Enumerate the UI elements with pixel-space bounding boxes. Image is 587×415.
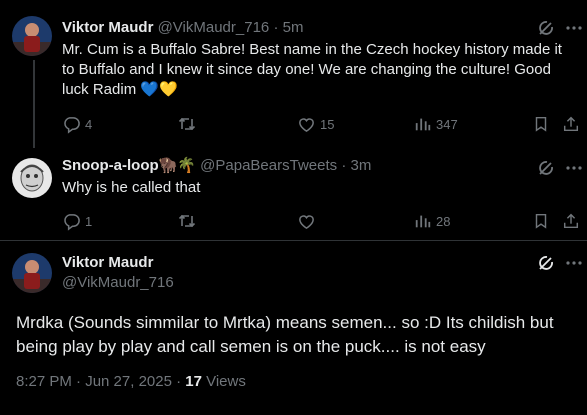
avatar[interactable] <box>12 253 52 293</box>
author-handle[interactable]: @VikMaudr_716 <box>62 273 174 293</box>
grok-icon[interactable] <box>536 253 556 273</box>
author-handle[interactable]: @PapaBearsTweets <box>200 157 337 174</box>
more-icon[interactable] <box>564 18 584 38</box>
separator: · <box>341 157 347 174</box>
like-button[interactable]: 15 <box>297 114 334 134</box>
reply-icon <box>64 213 80 231</box>
views-count: 347 <box>436 116 458 132</box>
tweet-text: Why is he called that <box>62 179 201 196</box>
share-icon <box>563 213 579 229</box>
author-name[interactable]: Viktor Maudr <box>62 19 153 36</box>
grok-icon[interactable] <box>536 158 556 178</box>
timestamp[interactable]: 3m <box>350 157 371 174</box>
share-button[interactable] <box>562 211 580 231</box>
heart-icon <box>299 214 314 229</box>
timestamp[interactable]: 5m <box>283 19 304 36</box>
author-name[interactable]: Snoop-a-loop🦬🌴 <box>62 157 196 174</box>
grok-icon[interactable] <box>536 18 556 38</box>
retweet-button[interactable] <box>177 211 201 231</box>
bookmark-icon <box>535 116 547 132</box>
author-name[interactable]: Viktor Maudr <box>62 253 153 273</box>
more-icon[interactable] <box>564 158 584 178</box>
avatar[interactable] <box>12 16 52 56</box>
reply-tweet-2[interactable]: Snoop-a-loop🦬🌴 @PapaBearsTweets · 3m Why… <box>0 148 587 240</box>
tweet-text: Mr. Cum is a Buffalo Sabre! Best name in… <box>62 41 562 98</box>
avatar[interactable] <box>12 158 52 198</box>
retweet-icon <box>178 214 196 228</box>
views-icon <box>415 118 431 131</box>
like-button[interactable] <box>297 211 320 231</box>
reply-count: 1 <box>85 213 93 229</box>
reply-count: 4 <box>85 116 93 132</box>
heart-icon <box>299 117 314 132</box>
views-button[interactable]: 347 <box>414 114 458 134</box>
author-handle[interactable]: @VikMaudr_716 <box>158 19 270 36</box>
action-bar: 4 15 347 <box>62 114 582 134</box>
views-button[interactable]: 28 <box>414 211 450 231</box>
retweet-icon <box>178 117 196 131</box>
post-date[interactable]: 8:27 PM · Jun 27, 2025 · <box>16 373 185 390</box>
bookmark-button[interactable] <box>532 211 550 231</box>
tweet-meta: 8:27 PM · Jun 27, 2025 · 17 Views <box>16 372 246 392</box>
views-icon <box>415 215 431 228</box>
like-count: 15 <box>320 116 335 132</box>
views-count: 28 <box>436 213 451 229</box>
reply-tweet-1[interactable]: Viktor Maudr @VikMaudr_716 · 5m Mr. Cum … <box>0 0 587 148</box>
separator: · <box>273 19 279 36</box>
views-label: Views <box>201 373 246 390</box>
reply-button[interactable]: 1 <box>62 211 92 231</box>
reply-icon <box>64 116 80 134</box>
views-count: 17 <box>185 373 202 390</box>
retweet-button[interactable] <box>177 114 201 134</box>
share-button[interactable] <box>562 114 580 134</box>
more-icon[interactable] <box>564 253 584 273</box>
reply-button[interactable]: 4 <box>62 114 92 134</box>
thread-line <box>33 60 35 148</box>
share-icon <box>563 116 579 132</box>
bookmark-icon <box>535 213 547 229</box>
action-bar: 1 28 <box>62 211 582 231</box>
main-tweet-text: Mrdka (Sounds simmilar to Mrtka) means s… <box>16 313 554 356</box>
bookmark-button[interactable] <box>532 114 550 134</box>
